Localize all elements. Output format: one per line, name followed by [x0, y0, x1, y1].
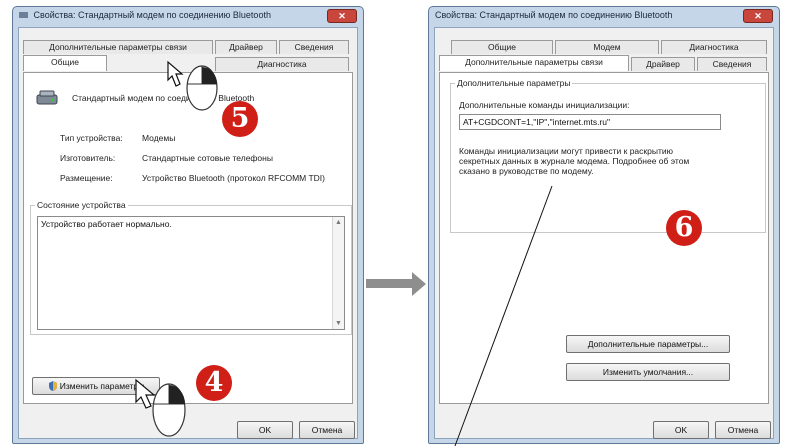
shield-icon	[48, 380, 58, 396]
advanced-port-settings-button[interactable]: Дополнительные параметры...	[566, 335, 730, 353]
device-name: Стандартный модем по соединению Bluetoot…	[72, 93, 255, 103]
change-settings-label: Изменить параметры	[59, 381, 145, 391]
title-bar: Свойства: Стандартный модем по соединени…	[429, 7, 779, 25]
tab-driver[interactable]: Драйвер	[215, 40, 277, 54]
tab-advanced-params[interactable]: Дополнительные параметры связи	[23, 40, 213, 54]
scroll-up-icon[interactable]: ▲	[333, 219, 344, 226]
modem-device-icon	[36, 89, 58, 109]
init-commands-input[interactable]: AT+CGDCONT=1,"IP","internet.mts.ru"	[459, 114, 721, 130]
properties-window-right: Свойства: Стандартный модем по соединени…	[428, 6, 780, 444]
init-commands-label: Дополнительные команды инициализации:	[459, 100, 630, 110]
step-badge-5: 5	[222, 101, 258, 137]
prop-label: Изготовитель:	[60, 153, 116, 163]
ok-button[interactable]: OK	[237, 421, 293, 439]
device-status-title: Состояние устройства	[35, 200, 128, 210]
tab-details[interactable]: Сведения	[279, 40, 349, 54]
general-panel: Стандартный модем по соединению Bluetoot…	[23, 72, 353, 404]
device-status-text: Устройство работает нормально.	[41, 219, 172, 229]
dialog-client: Общие Модем Диагностика Дополнительные п…	[434, 27, 774, 439]
additional-params-title: Дополнительные параметры	[455, 78, 573, 88]
transition-arrow-icon	[412, 272, 426, 296]
change-defaults-button[interactable]: Изменить умолчания...	[566, 363, 730, 381]
close-button[interactable]: ✕	[327, 9, 357, 23]
dialog-client: Дополнительные параметры связи Драйвер С…	[18, 27, 358, 439]
device-status-group: Состояние устройства Устройство работает…	[30, 200, 352, 335]
tab-diagnostics[interactable]: Диагностика	[215, 57, 349, 71]
window-title: Свойства: Стандартный модем по соединени…	[435, 10, 673, 20]
scroll-down-icon[interactable]: ▼	[333, 320, 344, 327]
tab-details[interactable]: Сведения	[697, 57, 767, 71]
advanced-panel: Дополнительные параметры Дополнительные …	[439, 72, 769, 404]
cancel-button[interactable]: Отмена	[715, 421, 771, 439]
tab-modem[interactable]: Модем	[555, 40, 659, 54]
title-bar: Свойства: Стандартный модем по соединени…	[13, 7, 363, 25]
cancel-button[interactable]: Отмена	[299, 421, 355, 439]
ok-button[interactable]: OK	[653, 421, 709, 439]
prop-label: Размещение:	[60, 173, 113, 183]
tab-general[interactable]: Общие	[23, 55, 107, 71]
tab-diagnostics[interactable]: Диагностика	[661, 40, 767, 54]
init-commands-warning: Команды инициализации могут привести к р…	[459, 146, 690, 176]
window-title: Свойства: Стандартный модем по соединени…	[33, 10, 271, 20]
transition-arrow-shaft	[366, 279, 414, 288]
device-status-textbox[interactable]: Устройство работает нормально. ▲ ▼	[37, 216, 345, 330]
step-badge-4: 4	[196, 365, 232, 401]
window-icon	[19, 10, 28, 19]
tab-general[interactable]: Общие	[451, 40, 553, 54]
change-settings-button[interactable]: Изменить параметры	[32, 377, 160, 395]
prop-value: Устройство Bluetooth (протокол RFCOMM TD…	[142, 173, 325, 183]
additional-params-group: Дополнительные параметры Дополнительные …	[450, 78, 766, 233]
properties-window-left: Свойства: Стандартный модем по соединени…	[12, 6, 364, 444]
status-scrollbar[interactable]: ▲ ▼	[332, 217, 344, 329]
tab-driver[interactable]: Драйвер	[631, 57, 695, 71]
prop-label: Тип устройства:	[60, 133, 123, 143]
tab-advanced-params[interactable]: Дополнительные параметры связи	[439, 55, 629, 71]
prop-value: Стандартные сотовые телефоны	[142, 153, 273, 163]
close-button[interactable]: ✕	[743, 9, 773, 23]
prop-value: Модемы	[142, 133, 176, 143]
step-badge-6: 6	[666, 210, 702, 246]
